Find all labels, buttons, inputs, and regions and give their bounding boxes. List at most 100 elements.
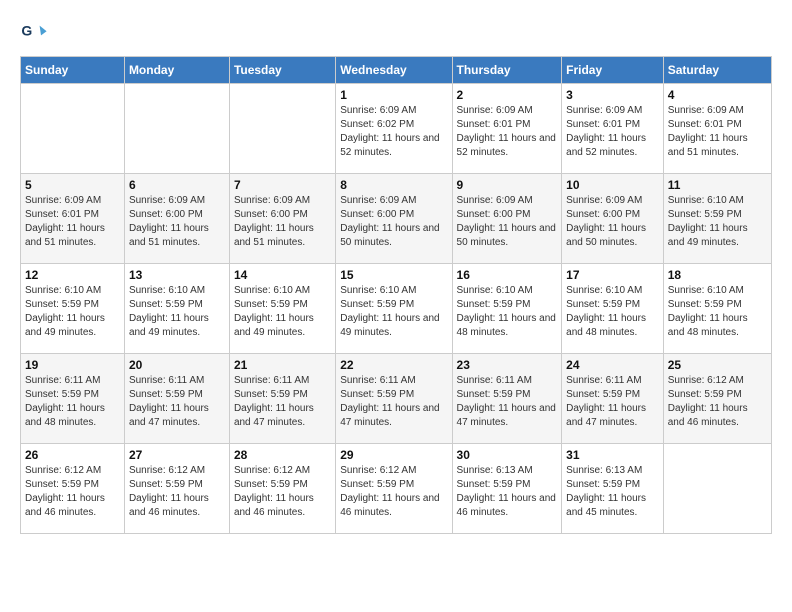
day-info: Sunrise: 6:09 AMSunset: 6:00 PMDaylight:… [457, 194, 558, 250]
day-number: 9 [457, 178, 558, 192]
day-number: 21 [234, 358, 331, 372]
day-number: 31 [566, 448, 659, 462]
calendar-cell: 30Sunrise: 6:13 AMSunset: 5:59 PMDayligh… [452, 444, 562, 534]
calendar-cell: 25Sunrise: 6:12 AMSunset: 5:59 PMDayligh… [663, 354, 771, 444]
day-info: Sunrise: 6:10 AMSunset: 5:59 PMDaylight:… [25, 284, 120, 340]
day-number: 4 [668, 88, 767, 102]
calendar-cell: 8Sunrise: 6:09 AMSunset: 6:00 PMDaylight… [336, 174, 452, 264]
calendar-cell: 31 Sunrise: 6:13 AMSunset: 5:59 PMDayligh… [562, 444, 664, 534]
day-info: Sunrise: 6:12 AMSunset: 5:59 PMDaylight:… [234, 464, 331, 520]
column-header-sunday: Sunday [21, 57, 125, 84]
calendar-cell: 27 Sunrise: 6:12 AMSunset: 5:59 PMDayligh… [124, 444, 229, 534]
calendar-cell: 5 Sunrise: 6:09 AMSunset: 6:01 PMDaylight… [21, 174, 125, 264]
day-number: 18 [668, 268, 767, 282]
calendar-body: 1Sunrise: 6:09 AMSunset: 6:02 PMDaylight… [21, 84, 772, 534]
column-header-wednesday: Wednesday [336, 57, 452, 84]
day-number: 10 [566, 178, 659, 192]
calendar-cell: 1Sunrise: 6:09 AMSunset: 6:02 PMDaylight… [336, 84, 452, 174]
day-number: 20 [129, 358, 225, 372]
calendar-cell [124, 84, 229, 174]
calendar-header-row: SundayMondayTuesdayWednesdayThursdayFrid… [21, 57, 772, 84]
week-row-4: 19 Sunrise: 6:11 AMSunset: 5:59 PMDayligh… [21, 354, 772, 444]
calendar-cell: 24 Sunrise: 6:11 AMSunset: 5:59 PMDayligh… [562, 354, 664, 444]
calendar-cell: 20Sunrise: 6:11 AMSunset: 5:59 PMDayligh… [124, 354, 229, 444]
day-number: 28 [234, 448, 331, 462]
day-info: Sunrise: 6:12 AMSunset: 5:59 PMDaylight:… [129, 464, 225, 520]
day-info: Sunrise: 6:13 AMSunset: 5:59 PMDaylight:… [566, 464, 659, 520]
day-info: Sunrise: 6:11 AMSunset: 5:59 PMDaylight:… [566, 374, 659, 430]
day-info: Sunrise: 6:10 AMSunset: 5:59 PMDaylight:… [340, 284, 447, 340]
day-info: Sunrise: 6:10 AMSunset: 5:59 PMDaylight:… [129, 284, 225, 340]
column-header-thursday: Thursday [452, 57, 562, 84]
day-info: Sunrise: 6:09 AMSunset: 6:00 PMDaylight:… [234, 194, 331, 250]
calendar-cell: 10 Sunrise: 6:09 AMSunset: 6:00 PMDayligh… [562, 174, 664, 264]
day-info: Sunrise: 6:10 AMSunset: 5:59 PMDaylight:… [668, 194, 767, 250]
day-info: Sunrise: 6:11 AMSunset: 5:59 PMDaylight:… [340, 374, 447, 430]
day-number: 3 [566, 88, 659, 102]
day-number: 12 [25, 268, 120, 282]
day-info: Sunrise: 6:09 AMSunset: 6:00 PMDaylight:… [566, 194, 659, 250]
day-number: 27 [129, 448, 225, 462]
calendar-cell: 26 Sunrise: 6:12 AMSunset: 5:59 PMDayligh… [21, 444, 125, 534]
calendar-cell: 6 Sunrise: 6:09 AMSunset: 6:00 PMDaylight… [124, 174, 229, 264]
day-info: Sunrise: 6:11 AMSunset: 5:59 PMDaylight:… [234, 374, 331, 430]
calendar-cell: 21 Sunrise: 6:11 AMSunset: 5:59 PMDayligh… [229, 354, 335, 444]
calendar-cell: 4 Sunrise: 6:09 AMSunset: 6:01 PMDaylight… [663, 84, 771, 174]
calendar-cell: 17 Sunrise: 6:10 AMSunset: 5:59 PMDayligh… [562, 264, 664, 354]
day-info: Sunrise: 6:10 AMSunset: 5:59 PMDaylight:… [234, 284, 331, 340]
day-number: 11 [668, 178, 767, 192]
calendar-cell: 3 Sunrise: 6:09 AMSunset: 6:01 PMDaylight… [562, 84, 664, 174]
day-number: 14 [234, 268, 331, 282]
week-row-1: 1Sunrise: 6:09 AMSunset: 6:02 PMDaylight… [21, 84, 772, 174]
day-number: 6 [129, 178, 225, 192]
day-number: 23 [457, 358, 558, 372]
calendar-cell: 23Sunrise: 6:11 AMSunset: 5:59 PMDayligh… [452, 354, 562, 444]
day-info: Sunrise: 6:10 AMSunset: 5:59 PMDaylight:… [668, 284, 767, 340]
day-number: 22 [340, 358, 447, 372]
column-header-friday: Friday [562, 57, 664, 84]
day-number: 17 [566, 268, 659, 282]
day-info: Sunrise: 6:10 AMSunset: 5:59 PMDaylight:… [457, 284, 558, 340]
day-info: Sunrise: 6:09 AMSunset: 6:01 PMDaylight:… [457, 104, 558, 160]
calendar-cell: 13Sunrise: 6:10 AMSunset: 5:59 PMDayligh… [124, 264, 229, 354]
calendar-cell: 9 Sunrise: 6:09 AMSunset: 6:00 PMDaylight… [452, 174, 562, 264]
calendar-cell: 29Sunrise: 6:12 AMSunset: 5:59 PMDayligh… [336, 444, 452, 534]
day-info: Sunrise: 6:09 AMSunset: 6:01 PMDaylight:… [566, 104, 659, 160]
day-number: 16 [457, 268, 558, 282]
day-number: 19 [25, 358, 120, 372]
day-info: Sunrise: 6:11 AMSunset: 5:59 PMDaylight:… [25, 374, 120, 430]
calendar-cell: 16 Sunrise: 6:10 AMSunset: 5:59 PMDayligh… [452, 264, 562, 354]
day-number: 25 [668, 358, 767, 372]
day-info: Sunrise: 6:09 AMSunset: 6:00 PMDaylight:… [340, 194, 447, 250]
calendar-cell: 7Sunrise: 6:09 AMSunset: 6:00 PMDaylight… [229, 174, 335, 264]
day-info: Sunrise: 6:13 AMSunset: 5:59 PMDaylight:… [457, 464, 558, 520]
week-row-3: 12 Sunrise: 6:10 AMSunset: 5:59 PMDayligh… [21, 264, 772, 354]
calendar-cell: 22 Sunrise: 6:11 AMSunset: 5:59 PMDayligh… [336, 354, 452, 444]
day-number: 24 [566, 358, 659, 372]
week-row-5: 26 Sunrise: 6:12 AMSunset: 5:59 PMDayligh… [21, 444, 772, 534]
day-info: Sunrise: 6:10 AMSunset: 5:59 PMDaylight:… [566, 284, 659, 340]
calendar-cell: 2 Sunrise: 6:09 AMSunset: 6:01 PMDaylight… [452, 84, 562, 174]
calendar-cell: 11 Sunrise: 6:10 AMSunset: 5:59 PMDayligh… [663, 174, 771, 264]
day-info: Sunrise: 6:09 AMSunset: 6:01 PMDaylight:… [668, 104, 767, 160]
column-header-tuesday: Tuesday [229, 57, 335, 84]
logo: G [20, 20, 52, 48]
day-number: 1 [340, 88, 447, 102]
day-number: 2 [457, 88, 558, 102]
header: G [20, 20, 772, 48]
day-number: 15 [340, 268, 447, 282]
column-header-saturday: Saturday [663, 57, 771, 84]
calendar-cell: 19 Sunrise: 6:11 AMSunset: 5:59 PMDayligh… [21, 354, 125, 444]
day-number: 26 [25, 448, 120, 462]
day-info: Sunrise: 6:12 AMSunset: 5:59 PMDaylight:… [25, 464, 120, 520]
day-number: 5 [25, 178, 120, 192]
week-row-2: 5 Sunrise: 6:09 AMSunset: 6:01 PMDaylight… [21, 174, 772, 264]
calendar-cell: 28 Sunrise: 6:12 AMSunset: 5:59 PMDayligh… [229, 444, 335, 534]
day-info: Sunrise: 6:09 AMSunset: 6:00 PMDaylight:… [129, 194, 225, 250]
calendar-cell: 12 Sunrise: 6:10 AMSunset: 5:59 PMDayligh… [21, 264, 125, 354]
calendar-cell [663, 444, 771, 534]
calendar-table: SundayMondayTuesdayWednesdayThursdayFrid… [20, 56, 772, 534]
day-number: 29 [340, 448, 447, 462]
calendar-cell: 18 Sunrise: 6:10 AMSunset: 5:59 PMDayligh… [663, 264, 771, 354]
day-info: Sunrise: 6:09 AMSunset: 6:01 PMDaylight:… [25, 194, 120, 250]
